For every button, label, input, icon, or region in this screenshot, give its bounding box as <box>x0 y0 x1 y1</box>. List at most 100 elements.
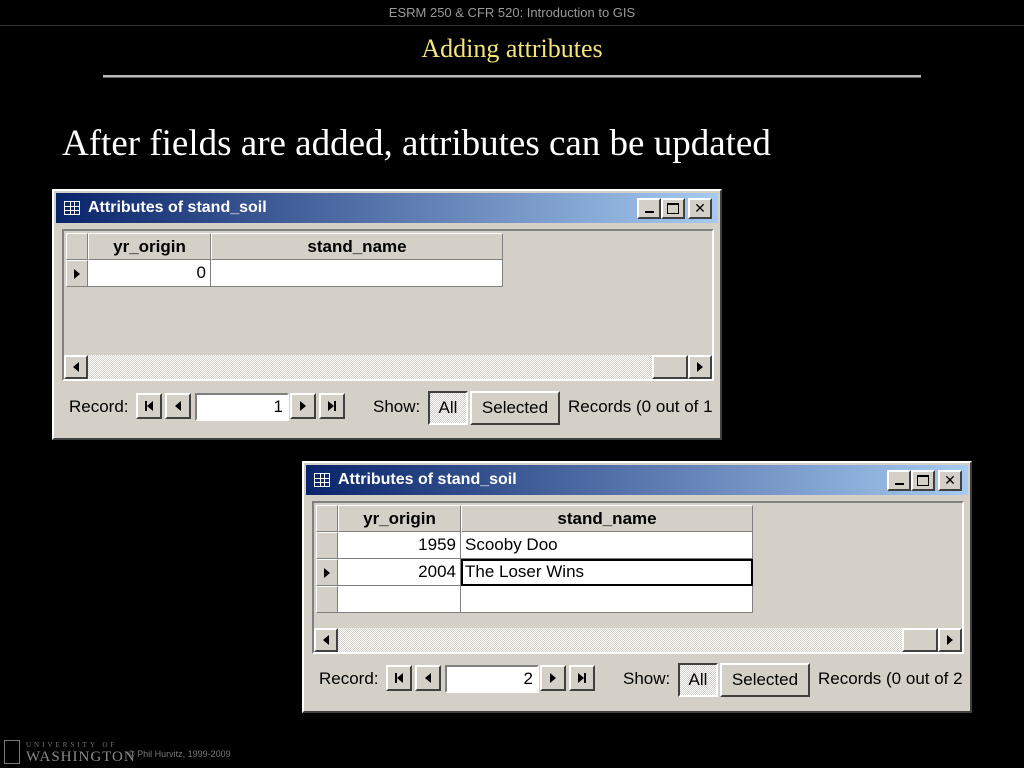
record-navigation-bar: Record: 1 Show: All Selected Records (0 … <box>62 387 714 427</box>
table-row-new[interactable] <box>316 586 753 613</box>
show-label: Show: <box>373 397 421 416</box>
previous-record-icon <box>425 673 431 683</box>
table-row[interactable]: 2004 The Loser Wins <box>316 559 753 586</box>
window-title: Attributes of stand_soil <box>88 199 267 216</box>
show-label: Show: <box>623 669 671 688</box>
scroll-right-arrow-icon <box>947 635 953 645</box>
cell-yr-origin[interactable] <box>338 586 461 613</box>
column-header-yr-origin[interactable]: yr_origin <box>88 233 211 260</box>
maximize-icon <box>917 475 929 486</box>
attributes-window-after[interactable]: Attributes of stand_soil ✕ yr_origin sta… <box>302 461 972 713</box>
minimize-icon <box>644 211 654 213</box>
previous-record-icon <box>175 401 181 411</box>
select-all-corner[interactable] <box>316 505 338 532</box>
window-titlebar[interactable]: Attributes of stand_soil ✕ <box>306 465 968 495</box>
current-row-arrow-icon <box>324 567 330 578</box>
scroll-thumb[interactable] <box>902 628 938 652</box>
column-header-yr-origin[interactable]: yr_origin <box>338 505 461 532</box>
scroll-left-button[interactable] <box>64 355 88 379</box>
cell-yr-origin[interactable]: 1959 <box>338 532 461 559</box>
scroll-right-button[interactable] <box>688 355 712 379</box>
attribute-table: yr_origin stand_name 0 <box>66 233 503 287</box>
record-label: Record: <box>319 669 379 688</box>
close-button[interactable]: ✕ <box>688 198 712 219</box>
maximize-button[interactable] <box>911 470 935 491</box>
scroll-thumb[interactable] <box>652 355 688 379</box>
row-selector[interactable] <box>316 532 338 559</box>
records-count: Records (0 out of 1 <box>568 397 713 416</box>
first-record-button[interactable] <box>136 393 162 419</box>
first-record-icon <box>395 673 403 683</box>
column-header-stand-name[interactable]: stand_name <box>211 233 503 260</box>
attribute-grid[interactable]: yr_origin stand_name 0 <box>62 229 714 381</box>
header-row: yr_origin stand_name <box>66 233 503 260</box>
scroll-left-arrow-icon <box>323 635 329 645</box>
first-record-icon <box>145 401 153 411</box>
cell-stand-name[interactable] <box>211 260 503 287</box>
cell-stand-name-editing[interactable]: The Loser Wins <box>461 559 753 586</box>
scroll-right-button[interactable] <box>938 628 962 652</box>
row-selector[interactable] <box>316 586 338 613</box>
table-row[interactable]: 0 <box>66 260 503 287</box>
last-record-icon <box>578 673 586 683</box>
last-record-icon <box>328 401 336 411</box>
close-icon: ✕ <box>694 200 706 217</box>
horizontal-scrollbar[interactable] <box>64 355 712 379</box>
record-number-input[interactable]: 1 <box>195 393 289 421</box>
next-record-button[interactable] <box>540 665 566 691</box>
show-all-button[interactable]: All <box>678 663 718 697</box>
close-icon: ✕ <box>944 472 956 489</box>
course-title: ESRM 250 & CFR 520: Introduction to GIS <box>388 5 636 20</box>
minimize-button[interactable] <box>637 198 661 219</box>
footer-university: WASHINGTON <box>26 749 136 765</box>
cell-yr-origin[interactable]: 2004 <box>338 559 461 586</box>
minimize-button[interactable] <box>887 470 911 491</box>
minimize-icon <box>894 483 904 485</box>
cell-stand-name[interactable] <box>461 586 753 613</box>
slide-title: Adding attributes <box>421 34 603 63</box>
record-label: Record: <box>69 397 129 416</box>
window-title: Attributes of stand_soil <box>338 471 517 488</box>
cell-stand-name[interactable]: Scooby Doo <box>461 532 753 559</box>
record-number-input[interactable]: 2 <box>445 665 539 693</box>
row-selector[interactable] <box>316 559 338 586</box>
attribute-grid[interactable]: yr_origin stand_name 1959 Scooby Doo 200… <box>312 501 964 654</box>
table-icon <box>314 473 330 487</box>
record-navigation-bar: Record: 2 Show: All Selected Records (0 … <box>312 659 964 699</box>
show-all-button[interactable]: All <box>428 391 468 425</box>
select-all-corner[interactable] <box>66 233 88 260</box>
attribute-table: yr_origin stand_name 1959 Scooby Doo 200… <box>316 505 753 613</box>
next-record-button[interactable] <box>290 393 316 419</box>
previous-record-button[interactable] <box>415 665 441 691</box>
row-selector[interactable] <box>66 260 88 287</box>
table-row[interactable]: 1959 Scooby Doo <box>316 532 753 559</box>
current-row-arrow-icon <box>74 268 80 279</box>
scroll-left-button[interactable] <box>314 628 338 652</box>
university-logo-icon <box>4 740 20 764</box>
previous-record-button[interactable] <box>165 393 191 419</box>
maximize-button[interactable] <box>661 198 685 219</box>
column-header-stand-name[interactable]: stand_name <box>461 505 753 532</box>
window-titlebar[interactable]: Attributes of stand_soil ✕ <box>56 193 718 223</box>
scroll-right-arrow-icon <box>697 362 703 372</box>
records-count: Records (0 out of 2 <box>818 669 963 688</box>
headline: After fields are added, attributes can b… <box>62 123 771 164</box>
show-selected-button[interactable]: Selected <box>470 391 560 425</box>
table-icon <box>64 201 80 215</box>
footer-university-small: UNIVERSITY OF <box>26 741 118 749</box>
horizontal-scrollbar[interactable] <box>314 628 962 652</box>
footer-copyright: © Phil Hurvitz, 1999-2009 <box>128 749 231 759</box>
scroll-left-arrow-icon <box>73 362 79 372</box>
next-record-icon <box>300 401 306 411</box>
maximize-icon <box>667 203 679 214</box>
close-button[interactable]: ✕ <box>938 470 962 491</box>
attributes-window-before[interactable]: Attributes of stand_soil ✕ yr_origin sta… <box>52 189 722 440</box>
last-record-button[interactable] <box>569 665 595 691</box>
last-record-button[interactable] <box>319 393 345 419</box>
header-row: yr_origin stand_name <box>316 505 753 532</box>
next-record-icon <box>550 673 556 683</box>
show-selected-button[interactable]: Selected <box>720 663 810 697</box>
cell-yr-origin[interactable]: 0 <box>88 260 211 287</box>
title-divider <box>103 75 921 78</box>
first-record-button[interactable] <box>386 665 412 691</box>
